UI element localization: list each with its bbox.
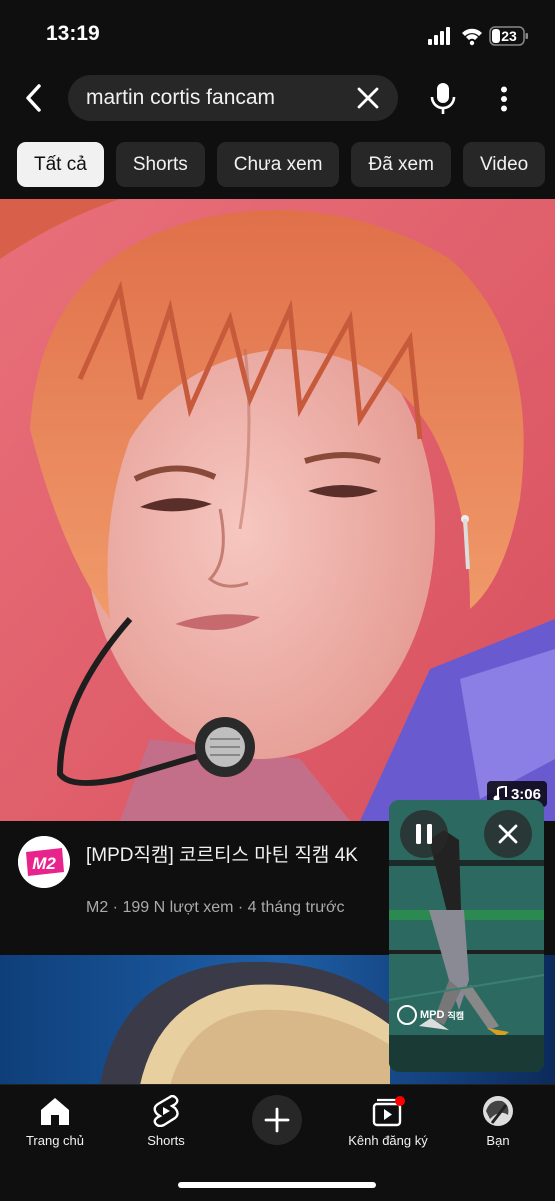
- video-thumbnail[interactable]: [0, 199, 555, 821]
- nav-shorts-label: Shorts: [147, 1133, 185, 1148]
- filter-chips: Tất cả Shorts Chưa xem Đã xem Video: [17, 142, 546, 188]
- chip-shorts[interactable]: Shorts: [115, 142, 205, 187]
- pause-icon: [416, 824, 432, 844]
- status-time: 13:19: [46, 22, 100, 45]
- plus-icon: [264, 1107, 290, 1133]
- nav-subscriptions-label: Kênh đăng ký: [348, 1133, 428, 1148]
- back-button[interactable]: [14, 78, 54, 118]
- battery-level: 23: [501, 28, 517, 44]
- microphone-icon: [430, 83, 456, 114]
- mini-player-pause-button[interactable]: [400, 810, 448, 858]
- nav-you-label: Bạn: [486, 1133, 510, 1148]
- chip-watched[interactable]: Đã xem: [351, 142, 451, 187]
- thumbnail-image: [0, 199, 555, 821]
- mini-player-close-button[interactable]: [484, 810, 532, 858]
- channel-avatar[interactable]: M2: [18, 836, 70, 888]
- more-vert-icon: [501, 86, 507, 112]
- search-query[interactable]: martin cortis fancam: [86, 86, 348, 110]
- create-button[interactable]: [252, 1095, 302, 1145]
- nav-create[interactable]: [251, 1095, 303, 1145]
- svg-text:M2: M2: [32, 854, 56, 873]
- home-icon: [41, 1098, 69, 1125]
- close-icon: [357, 87, 379, 109]
- chip-videos[interactable]: Video: [462, 142, 546, 187]
- mpd-logo-text: MPD: [420, 1009, 445, 1021]
- mpd-logo-sub: 직캠: [447, 1010, 465, 1021]
- subscriptions-icon: [372, 1096, 405, 1127]
- chip-unwatched[interactable]: Chưa xem: [216, 142, 340, 187]
- chip-all[interactable]: Tất cả: [17, 142, 104, 187]
- search-input[interactable]: martin cortis fancam: [68, 75, 398, 121]
- nav-home-label: Trang chủ: [25, 1133, 85, 1148]
- voice-search-button[interactable]: [422, 78, 464, 120]
- shorts-icon: [153, 1095, 179, 1127]
- nav-shorts[interactable]: Shorts: [136, 1095, 196, 1148]
- clear-search-button[interactable]: [348, 78, 388, 118]
- mpd-watermark: MPD 직캠: [397, 1005, 464, 1025]
- video-title[interactable]: [MPD직캠] 코르티스 마틴 직캠 4K: [86, 840, 386, 867]
- m2-logo-icon: M2: [18, 836, 70, 888]
- avatar: [483, 1096, 513, 1126]
- nav-home[interactable]: Trang chủ: [20, 1095, 90, 1148]
- video-meta: M2 · 199 N lượt xem · 4 tháng trước: [86, 899, 345, 916]
- chevron-left-icon: [26, 84, 41, 112]
- close-icon: [498, 824, 518, 844]
- more-options-button[interactable]: [486, 78, 522, 120]
- home-indicator: [178, 1182, 376, 1188]
- nav-you[interactable]: Bạn: [475, 1095, 521, 1148]
- nav-subscriptions[interactable]: Kênh đăng ký: [342, 1095, 434, 1148]
